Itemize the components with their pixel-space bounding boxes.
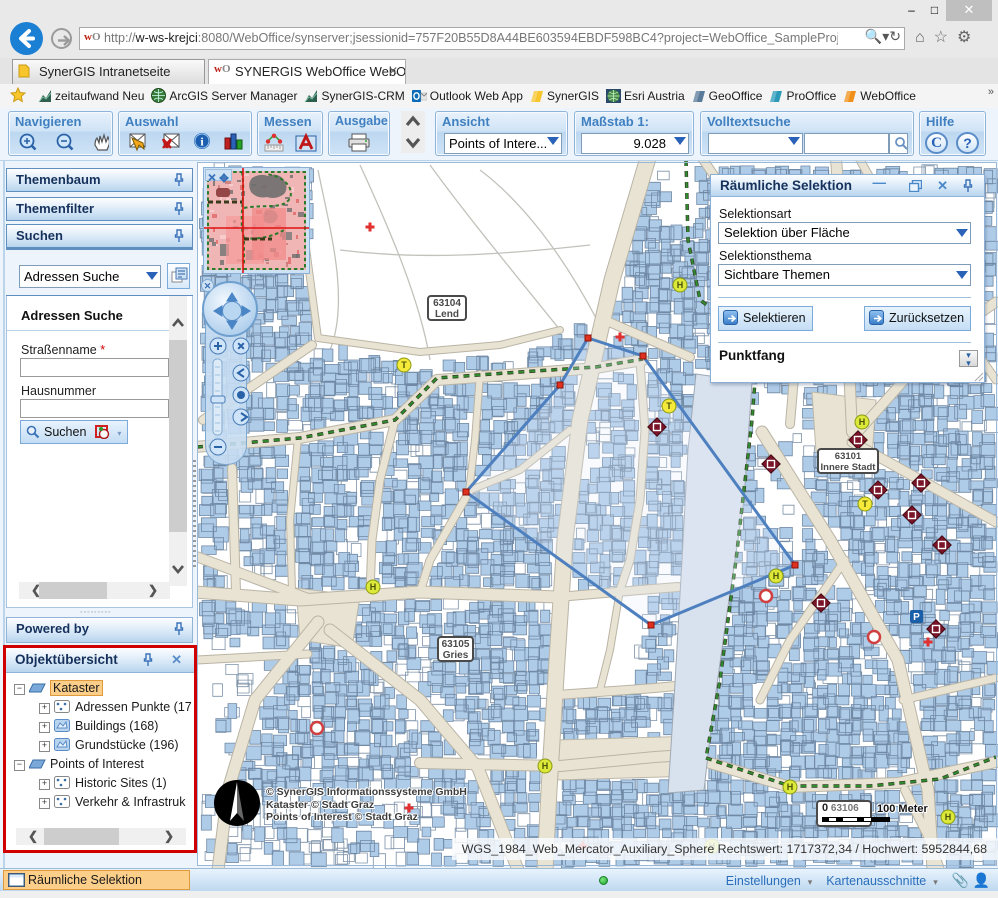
- svg-text:T: T: [666, 401, 672, 411]
- svg-text:T: T: [401, 360, 407, 370]
- svg-text:T: T: [862, 499, 868, 509]
- svg-text:P: P: [913, 612, 920, 623]
- svg-text:H: H: [787, 782, 794, 792]
- svg-text:H: H: [542, 761, 549, 771]
- svg-text:H: H: [677, 280, 684, 290]
- svg-text:H: H: [370, 582, 377, 592]
- svg-text:H: H: [945, 812, 952, 822]
- svg-text:H: H: [859, 417, 866, 427]
- svg-text:H: H: [773, 571, 780, 581]
